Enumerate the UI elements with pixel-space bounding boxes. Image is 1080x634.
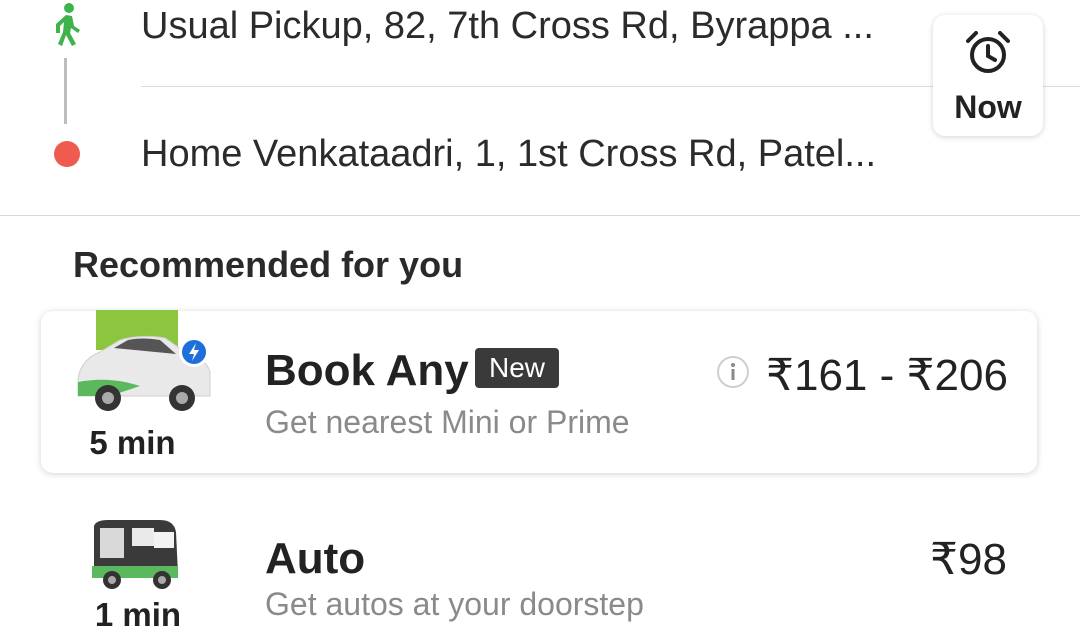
- schedule-now-button[interactable]: Now: [933, 15, 1043, 136]
- auto-rickshaw-icon: [92, 520, 178, 589]
- ride-price: ₹98: [930, 535, 1007, 584]
- ride-price: ₹161 - ₹206: [766, 351, 1008, 400]
- new-badge: New: [475, 348, 559, 388]
- divider: [0, 215, 1080, 216]
- ride-eta: 5 min: [89, 424, 176, 461]
- ride-eta: 1 min: [94, 596, 182, 633]
- schedule-label: Now: [954, 89, 1022, 125]
- car-icon: [77, 310, 211, 411]
- info-icon[interactable]: [716, 355, 750, 389]
- ride-subtitle: Get nearest Mini or Prime: [265, 404, 630, 440]
- ride-name: Book Any: [265, 346, 469, 395]
- alarm-clock-icon: [966, 31, 1010, 73]
- walking-icon: [56, 3, 80, 46]
- section-title: Recommended for you: [73, 244, 464, 285]
- ride-subtitle: Get autos at your doorstep: [265, 586, 644, 622]
- ride-name[interactable]: Auto: [265, 534, 365, 584]
- route-connector: [64, 58, 67, 124]
- pickup-location[interactable]: Usual Pickup, 82, 7th Cross Rd, Byrappa …: [141, 2, 901, 50]
- drop-location-dot: [54, 141, 80, 167]
- drop-location[interactable]: Home Venkataadri, 1, 1st Cross Rd, Patel…: [141, 130, 911, 178]
